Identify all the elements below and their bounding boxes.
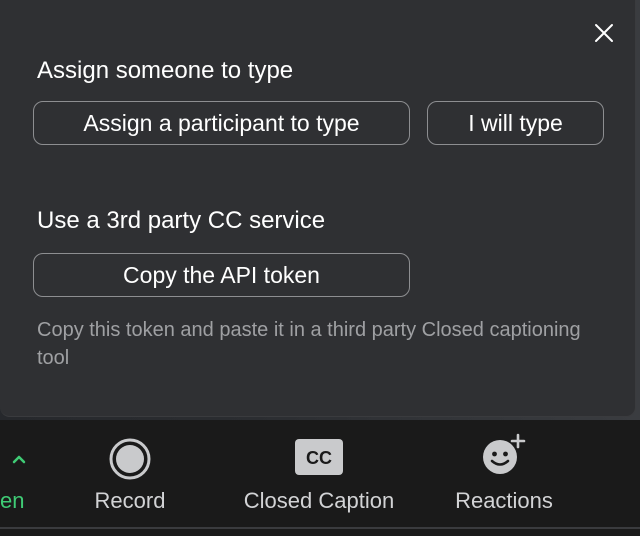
copy-token-helper-text: Copy this token and paste it in a third … (37, 319, 581, 369)
record-button[interactable]: Record (80, 420, 180, 536)
smiley-plus-icon (483, 433, 526, 474)
closed-caption-panel: Assign someone to type Assign a particip… (0, 0, 636, 417)
closed-caption-icon: CC (295, 439, 343, 475)
close-icon (595, 24, 613, 42)
chevron-up-icon[interactable] (10, 453, 28, 465)
i-will-type-button[interactable]: I will type (427, 101, 604, 145)
copy-api-token-button[interactable]: Copy the API token (33, 253, 410, 297)
close-button[interactable] (590, 19, 618, 47)
record-icon (109, 438, 151, 480)
toolbar-bottom-divider (0, 527, 640, 529)
assign-participant-button[interactable]: Assign a participant to type (33, 101, 410, 145)
cc-badge-text: CC (306, 448, 332, 468)
reactions-label: Reactions (455, 488, 553, 513)
record-label: Record (94, 488, 166, 513)
meeting-toolbar: en Record CC Closed Caption Reactions (0, 420, 640, 536)
third-party-heading: Use a 3rd party CC service (37, 207, 326, 234)
closed-caption-button[interactable]: CC Closed Caption (226, 420, 412, 536)
assign-heading: Assign someone to type (37, 57, 294, 84)
share-screen-button[interactable]: en (0, 420, 60, 536)
reactions-button[interactable]: Reactions (444, 420, 564, 536)
share-screen-label: en (0, 488, 25, 513)
closed-caption-label: Closed Caption (243, 488, 395, 513)
